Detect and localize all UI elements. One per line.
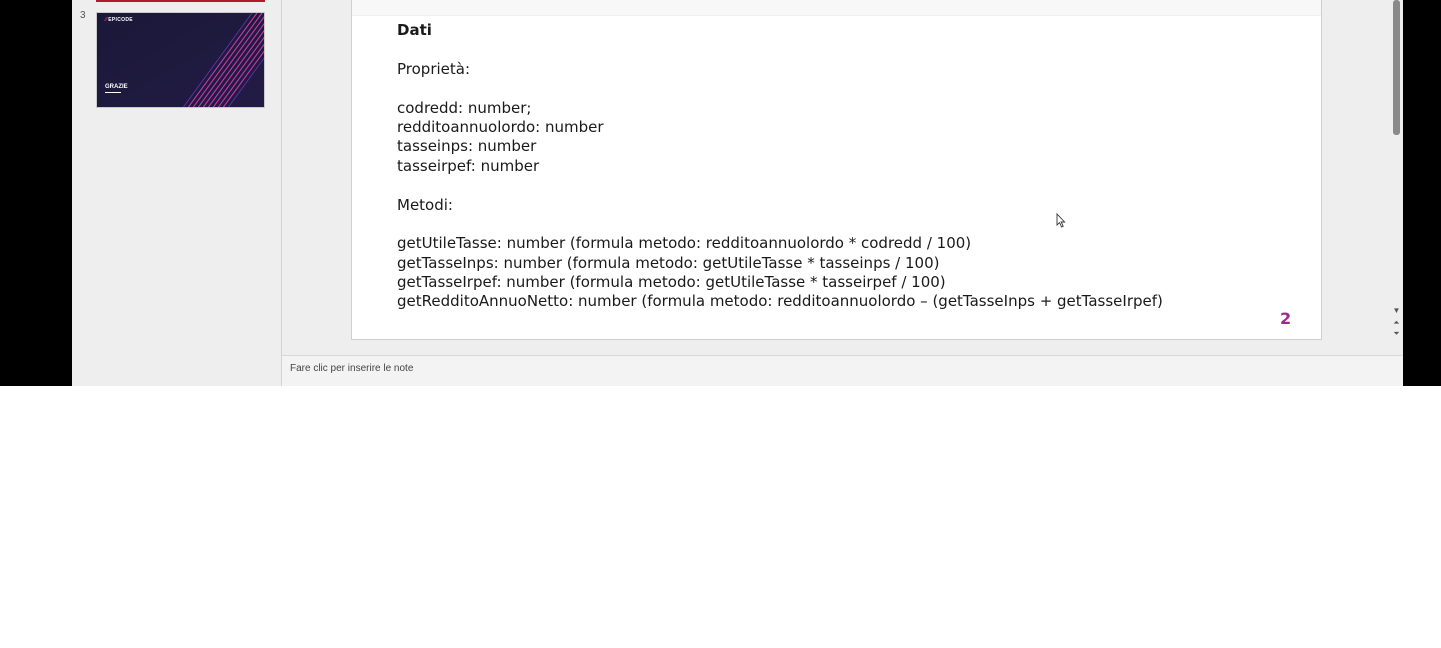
screen-background: 3 ⁄⁄EPICODE GRAZIE Dati Proprietà: codre… xyxy=(0,0,1441,386)
slide-text-line: Dati xyxy=(397,21,432,39)
current-slide[interactable]: Dati Proprietà: codredd: number; redditoann… xyxy=(351,0,1322,340)
thumbnail-title: GRAZIE xyxy=(105,84,128,90)
slide-text-line: Metodi: xyxy=(397,195,453,214)
slide-text-line: getUtileTasse: number (formula metodo: r… xyxy=(397,234,972,253)
slide-blank-line xyxy=(397,215,1297,234)
thumbnail-slide-number: 3 xyxy=(80,10,86,21)
previous-slide-icon[interactable]: ⏶ xyxy=(1392,318,1401,327)
notes-placeholder: Fare clic per inserire le note xyxy=(290,363,414,374)
slide-text-line: Proprietà: xyxy=(397,59,471,78)
slide-blank-line xyxy=(397,176,1297,195)
thumbnail-artwork xyxy=(97,13,264,107)
previous-slide-thumbnail-edge[interactable] xyxy=(96,0,265,2)
slide-text-line: tasseinps: number xyxy=(397,137,537,156)
slide-text-box[interactable]: Dati Proprietà: codredd: number; redditoann… xyxy=(397,21,1297,312)
logo-mark-icon: ⁄⁄ xyxy=(105,17,108,23)
thumbnail-logo: ⁄⁄EPICODE xyxy=(105,17,133,23)
thumbnail-title-underline xyxy=(105,92,121,93)
slide-text-line: getRedditoAnnuoNetto: number (formula me… xyxy=(397,292,1163,311)
slide-blank-line xyxy=(397,40,1297,59)
slide-text-line: getTasseIrpef: number (formula metodo: g… xyxy=(397,273,946,292)
vertical-scrollbar[interactable]: ▼ ⏶ ⏷ xyxy=(1390,0,1403,354)
thumbnail-logo-text: EPICODE xyxy=(108,17,133,23)
notes-pane[interactable]: Fare clic per inserire le note xyxy=(282,355,1403,386)
scrollbar-thumb[interactable] xyxy=(1393,0,1400,135)
scroll-down-arrow-icon[interactable]: ▼ xyxy=(1392,306,1401,315)
slide-thumbnail-pane: 3 ⁄⁄EPICODE GRAZIE xyxy=(72,0,282,386)
mouse-pointer-icon xyxy=(1056,213,1066,228)
slide-page-number: 2 xyxy=(1280,309,1292,328)
slide-thumbnail-3[interactable]: ⁄⁄EPICODE GRAZIE xyxy=(96,12,265,108)
slide-text-line: redditoannuolordo: number xyxy=(397,117,604,136)
slide-top-content-strip xyxy=(352,0,1321,16)
slide-text-line: getTasseInps: number (formula metodo: ge… xyxy=(397,253,940,272)
slide-text-line: codredd: number; xyxy=(397,98,532,117)
slide-editor: Dati Proprietà: codredd: number; redditoann… xyxy=(282,0,1403,354)
slide-blank-line xyxy=(397,79,1297,98)
next-slide-icon[interactable]: ⏷ xyxy=(1392,329,1401,338)
slide-text-line: tasseirpef: number xyxy=(397,156,540,175)
presentation-app: 3 ⁄⁄EPICODE GRAZIE Dati Proprietà: codre… xyxy=(72,0,1403,386)
